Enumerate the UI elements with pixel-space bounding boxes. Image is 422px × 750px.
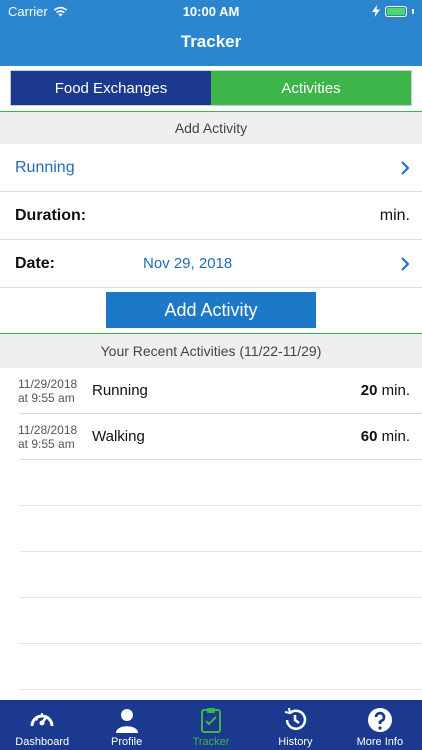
tab-food-exchanges[interactable]: Food Exchanges xyxy=(11,71,211,105)
history-clock-icon xyxy=(285,707,307,730)
tab-activities[interactable]: Activities xyxy=(211,71,411,105)
tab-dashboard-label: Dashboard xyxy=(15,736,70,748)
clock: 10:00 AM xyxy=(182,4,240,19)
person-icon xyxy=(115,709,138,733)
empty-row-separator xyxy=(20,643,422,644)
tab-history[interactable]: History xyxy=(253,700,337,750)
entry-duration: 60 min. xyxy=(361,428,410,445)
duration-label: Duration: xyxy=(15,206,87,224)
tab-history-label: History xyxy=(278,736,313,748)
entry-duration: 20 min. xyxy=(361,382,410,399)
tab-profile-label: Profile xyxy=(111,736,143,748)
entry-duration-unit: min. xyxy=(381,382,410,399)
battery-icon xyxy=(372,5,414,17)
chevron-right-icon xyxy=(401,161,410,175)
date-row[interactable]: Date: Nov 29, 2018 xyxy=(0,240,422,288)
tab-tracker-label: Tracker xyxy=(192,736,230,748)
entry-time: at 9:55 am xyxy=(18,391,75,405)
entry-duration-value: 20 xyxy=(360,382,378,399)
tab-tracker[interactable]: Tracker xyxy=(169,700,253,750)
tab-profile[interactable]: Profile xyxy=(84,700,168,750)
duration-row[interactable]: Duration: min. xyxy=(0,192,422,240)
battery-tip xyxy=(412,8,414,14)
status-bar: Carrier 10:00 AM xyxy=(0,0,422,22)
page-title: Tracker xyxy=(180,32,242,51)
speedometer-icon xyxy=(30,713,54,727)
entry-timestamp: 11/29/2018 at 9:55 am xyxy=(18,377,77,405)
date-value: Nov 29, 2018 xyxy=(143,255,233,272)
recent-activities-heading: Your Recent Activities (11/22-11/29) xyxy=(0,334,422,368)
tab-more-info-label: More Info xyxy=(356,736,404,748)
tab-more-info[interactable]: More Info xyxy=(338,700,422,750)
chevron-right-icon xyxy=(401,257,410,271)
charging-icon xyxy=(372,5,380,17)
empty-row-separator xyxy=(20,689,422,690)
entry-timestamp: 11/28/2018 at 9:55 am xyxy=(18,423,77,451)
entry-date: 11/29/2018 xyxy=(18,377,78,391)
activity-list-item[interactable]: 11/28/2018 at 9:55 am Walking 60 min. xyxy=(0,414,422,460)
entry-duration-unit: min. xyxy=(381,428,410,445)
date-label: Date: xyxy=(15,254,56,272)
add-activity-button[interactable]: Add Activity xyxy=(106,292,316,328)
add-activity-heading: Add Activity xyxy=(0,112,422,144)
activity-list-item[interactable]: 11/29/2018 at 9:55 am Running 20 min. xyxy=(0,368,422,414)
entry-activity-name: Walking xyxy=(92,428,145,445)
empty-row-separator xyxy=(20,505,422,506)
question-icon xyxy=(367,708,392,732)
entry-activity-name: Running xyxy=(92,382,148,399)
header: Carrier 10:00 AM Tracker xyxy=(0,0,422,66)
duration-unit: min. xyxy=(379,206,410,224)
activity-value: Running xyxy=(15,158,75,176)
bottom-tab-bar: Dashboard Profile Tracker History More I… xyxy=(0,700,422,750)
entry-duration-value: 60 xyxy=(360,428,378,445)
entry-date: 11/28/2018 xyxy=(18,423,78,437)
activity-picker-row[interactable]: Running xyxy=(0,144,422,192)
battery-body xyxy=(385,5,407,17)
tracker-segmented-control: Food Exchanges Activities xyxy=(10,70,412,106)
empty-row-separator xyxy=(20,551,422,552)
entry-time: at 9:55 am xyxy=(18,437,75,451)
clipboard-icon xyxy=(201,708,222,733)
tab-dashboard[interactable]: Dashboard xyxy=(0,700,84,750)
empty-row-separator xyxy=(20,597,422,598)
